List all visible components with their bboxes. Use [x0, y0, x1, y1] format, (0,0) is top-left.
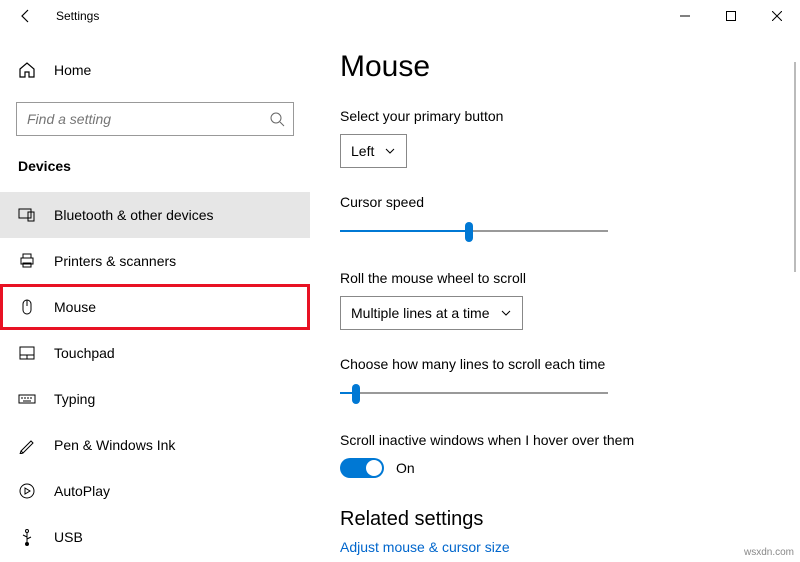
- category-header: Devices: [18, 158, 310, 174]
- printer-icon: [18, 252, 36, 270]
- sidebar-item-bluetooth[interactable]: Bluetooth & other devices: [0, 192, 310, 238]
- slider-thumb[interactable]: [465, 222, 473, 242]
- home-label: Home: [54, 62, 91, 78]
- scrollbar[interactable]: [794, 62, 796, 272]
- sidebar-item-printers[interactable]: Printers & scanners: [0, 238, 310, 284]
- autoplay-icon: [18, 482, 36, 500]
- wheel-dropdown[interactable]: Multiple lines at a time: [340, 296, 523, 330]
- sidebar-item-typing[interactable]: Typing: [0, 376, 310, 422]
- chevron-down-icon: [500, 307, 512, 319]
- inactive-label: Scroll inactive windows when I hover ove…: [340, 432, 770, 448]
- sidebar-item-touchpad[interactable]: Touchpad: [0, 330, 310, 376]
- search-box[interactable]: [16, 102, 294, 136]
- page-title: Mouse: [340, 50, 770, 84]
- back-button[interactable]: [14, 4, 38, 28]
- content-pane: Mouse Select your primary button Left Cu…: [310, 32, 800, 562]
- sidebar-item-label: Typing: [54, 391, 95, 407]
- keyboard-icon: [18, 390, 36, 408]
- home-icon: [18, 61, 36, 79]
- cursor-speed-label: Cursor speed: [340, 194, 770, 210]
- primary-button-dropdown[interactable]: Left: [340, 134, 407, 168]
- home-nav[interactable]: Home: [0, 52, 310, 88]
- sidebar-item-pen[interactable]: Pen & Windows Ink: [0, 422, 310, 468]
- dropdown-value: Multiple lines at a time: [351, 305, 490, 321]
- mouse-icon: [18, 298, 36, 316]
- maximize-button[interactable]: [708, 0, 754, 32]
- inactive-toggle[interactable]: [340, 458, 384, 478]
- arrow-left-icon: [18, 8, 34, 24]
- search-icon: [269, 111, 285, 127]
- close-icon: [772, 11, 782, 21]
- wheel-label: Roll the mouse wheel to scroll: [340, 270, 770, 286]
- minimize-button[interactable]: [662, 0, 708, 32]
- toggle-state: On: [396, 460, 415, 476]
- dropdown-value: Left: [351, 143, 374, 159]
- usb-icon: [18, 528, 36, 546]
- lines-slider[interactable]: [340, 382, 608, 404]
- related-heading: Related settings: [340, 508, 770, 531]
- sidebar-item-mouse[interactable]: Mouse: [0, 284, 310, 330]
- sidebar-item-usb[interactable]: USB: [0, 514, 310, 560]
- devices-icon: [18, 206, 36, 224]
- lines-label: Choose how many lines to scroll each tim…: [340, 356, 770, 372]
- window-title: Settings: [56, 9, 99, 23]
- sidebar-item-label: Pen & Windows Ink: [54, 437, 175, 453]
- sidebar-item-label: Bluetooth & other devices: [54, 207, 214, 223]
- close-button[interactable]: [754, 0, 800, 32]
- cursor-speed-slider[interactable]: [340, 220, 608, 242]
- touchpad-icon: [18, 344, 36, 362]
- sidebar-item-label: AutoPlay: [54, 483, 110, 499]
- chevron-down-icon: [384, 145, 396, 157]
- maximize-icon: [726, 11, 736, 21]
- sidebar-item-label: Printers & scanners: [54, 253, 176, 269]
- related-link[interactable]: Adjust mouse & cursor size: [340, 539, 770, 555]
- sidebar-item-label: Mouse: [54, 299, 96, 315]
- pen-icon: [18, 436, 36, 454]
- slider-thumb[interactable]: [352, 384, 360, 404]
- sidebar: Home Devices Bluetooth & other devices P…: [0, 32, 310, 562]
- sidebar-item-label: USB: [54, 529, 83, 545]
- primary-button-label: Select your primary button: [340, 108, 770, 124]
- search-input[interactable]: [27, 111, 269, 127]
- sidebar-item-autoplay[interactable]: AutoPlay: [0, 468, 310, 514]
- minimize-icon: [680, 11, 690, 21]
- sidebar-item-label: Touchpad: [54, 345, 115, 361]
- watermark: wsxdn.com: [744, 547, 794, 558]
